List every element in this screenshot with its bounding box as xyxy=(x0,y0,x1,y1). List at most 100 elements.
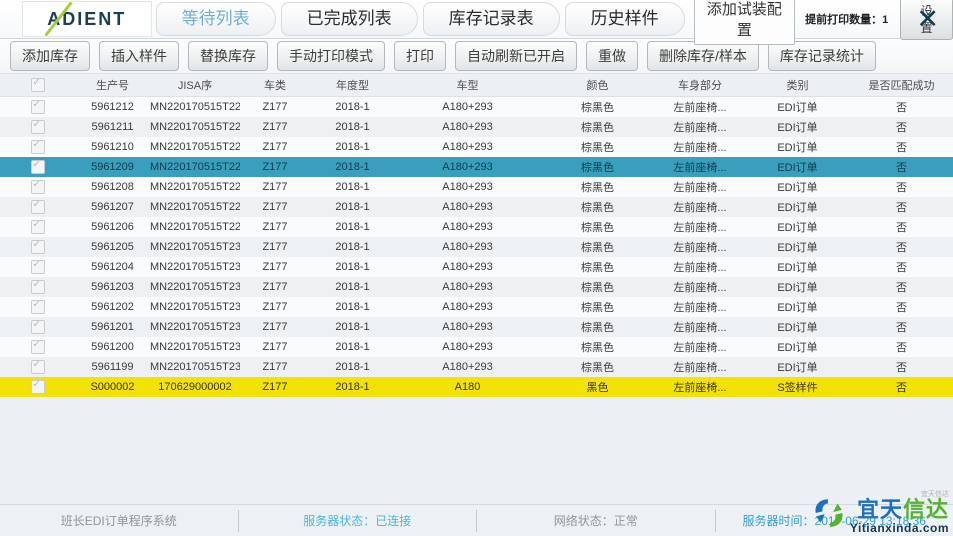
tab-completed-list[interactable]: 已完成列表 xyxy=(281,2,418,36)
cell-match-status: 否 xyxy=(850,99,953,115)
print-button[interactable]: 打印 xyxy=(394,41,446,71)
cell-body-part: 左前座椅... xyxy=(655,179,745,195)
table-row[interactable]: 5961212 MN220170515T223 Z177 2018-1 A180… xyxy=(0,97,953,117)
cell-jisa-no: MN220170515T234 xyxy=(150,321,240,333)
table-row[interactable]: S000002 170629000002 Z177 2018-1 A180 黑色… xyxy=(0,377,953,397)
table-row[interactable]: 5961203 MN220170515T232 Z177 2018-1 A180… xyxy=(0,277,953,297)
cell-jisa-no: MN220170515T236 xyxy=(150,361,240,373)
cell-model-year: 2018-1 xyxy=(310,241,395,253)
cell-checkbox xyxy=(0,320,75,334)
add-trial-config-button[interactable]: 添加试装配置 xyxy=(694,0,796,45)
close-icon[interactable]: ✕ xyxy=(916,2,939,36)
cell-color: 棕黑色 xyxy=(540,219,655,235)
cell-category: EDI订单 xyxy=(745,99,850,115)
cell-color: 棕黑色 xyxy=(540,359,655,375)
cell-category: EDI订单 xyxy=(745,319,850,335)
cell-vehicle-class: Z177 xyxy=(240,361,310,373)
row-checkbox[interactable] xyxy=(31,280,45,294)
cell-color: 棕黑色 xyxy=(540,159,655,175)
row-checkbox[interactable] xyxy=(31,120,45,134)
tab-waiting-list[interactable]: 等待列表 xyxy=(156,2,276,36)
cell-checkbox xyxy=(0,180,75,194)
row-checkbox[interactable] xyxy=(31,220,45,234)
cell-category: EDI订单 xyxy=(745,119,850,135)
row-checkbox[interactable] xyxy=(31,200,45,214)
row-checkbox[interactable] xyxy=(31,180,45,194)
cell-checkbox xyxy=(0,100,75,114)
table-row[interactable]: 5961202 MN220170515T233 Z177 2018-1 A180… xyxy=(0,297,953,317)
manual-print-mode-button[interactable]: 手动打印模式 xyxy=(277,41,385,71)
inventory-record-stats-button[interactable]: 库存记录统计 xyxy=(768,41,876,71)
table-row[interactable]: 5961211 MN220170515T224 Z177 2018-1 A180… xyxy=(0,117,953,137)
cell-vehicle-model: A180+293 xyxy=(395,281,540,293)
cell-jisa-no: MN220170515T227 xyxy=(150,181,240,193)
toolbar: 添加库存 插入样件 替换库存 手动打印模式 打印 自动刷新已开启 重做 删除库存… xyxy=(0,39,953,74)
col-model-year: 年度型 xyxy=(310,77,395,93)
table-row[interactable]: 5961205 MN220170515T230 Z177 2018-1 A180… xyxy=(0,237,953,257)
select-all-checkbox[interactable] xyxy=(31,78,45,92)
yitianxinda-logo-icon xyxy=(811,496,847,530)
row-checkbox[interactable] xyxy=(31,360,45,374)
cell-body-part: 左前座椅... xyxy=(655,119,745,135)
cell-color: 棕黑色 xyxy=(540,139,655,155)
tab-inventory-record[interactable]: 库存记录表 xyxy=(423,2,560,36)
cell-checkbox xyxy=(0,260,75,274)
cell-jisa-no: MN220170515T229 xyxy=(150,221,240,233)
auto-refresh-toggle-button[interactable]: 自动刷新已开启 xyxy=(455,41,577,71)
row-checkbox[interactable] xyxy=(31,340,45,354)
col-category: 类别 xyxy=(745,77,850,93)
tab-history-samples[interactable]: 历史样件 xyxy=(565,2,685,36)
cell-jisa-no: MN220170515T223 xyxy=(150,101,240,113)
cell-match-status: 否 xyxy=(850,319,953,335)
cell-match-status: 否 xyxy=(850,159,953,175)
cell-body-part: 左前座椅... xyxy=(655,339,745,355)
replace-inventory-button[interactable]: 替换库存 xyxy=(188,41,268,71)
cell-body-part: 左前座椅... xyxy=(655,359,745,375)
cell-color: 棕黑色 xyxy=(540,99,655,115)
table-row[interactable]: 5961210 MN220170515T225 Z177 2018-1 A180… xyxy=(0,137,953,157)
cell-model-year: 2018-1 xyxy=(310,301,395,313)
cell-body-part: 左前座椅... xyxy=(655,199,745,215)
row-checkbox[interactable] xyxy=(31,300,45,314)
cell-production-no: 5961209 xyxy=(75,161,150,173)
table-row[interactable]: 5961204 MN220170515T231 Z177 2018-1 A180… xyxy=(0,257,953,277)
cell-vehicle-class: Z177 xyxy=(240,261,310,273)
col-color: 颜色 xyxy=(540,77,655,93)
insert-sample-button[interactable]: 插入样件 xyxy=(99,41,179,71)
table-row[interactable]: 5961199 MN220170515T236 Z177 2018-1 A180… xyxy=(0,357,953,377)
cell-vehicle-class: Z177 xyxy=(240,301,310,313)
cell-body-part: 左前座椅... xyxy=(655,159,745,175)
delete-inventory-sample-button[interactable]: 删除库存/样本 xyxy=(647,41,759,71)
add-inventory-button[interactable]: 添加库存 xyxy=(10,41,90,71)
cell-vehicle-model: A180+293 xyxy=(395,101,540,113)
cell-checkbox xyxy=(0,360,75,374)
redo-button[interactable]: 重做 xyxy=(586,41,638,71)
row-checkbox[interactable] xyxy=(31,140,45,154)
cell-jisa-no: MN220170515T226 xyxy=(150,161,240,173)
cell-color: 棕黑色 xyxy=(540,199,655,215)
col-production-no: 生产号 xyxy=(75,77,150,93)
cell-vehicle-model: A180+293 xyxy=(395,221,540,233)
table-row[interactable]: 5961201 MN220170515T234 Z177 2018-1 A180… xyxy=(0,317,953,337)
cell-jisa-no: MN220170515T233 xyxy=(150,301,240,313)
row-checkbox[interactable] xyxy=(31,240,45,254)
cell-category: EDI订单 xyxy=(745,339,850,355)
row-checkbox[interactable] xyxy=(31,380,45,394)
table-row[interactable]: 5961208 MN220170515T227 Z177 2018-1 A180… xyxy=(0,177,953,197)
row-checkbox[interactable] xyxy=(31,160,45,174)
row-checkbox[interactable] xyxy=(31,100,45,114)
table-row[interactable]: 5961207 MN220170515T228 Z177 2018-1 A180… xyxy=(0,197,953,217)
cell-checkbox xyxy=(0,160,75,174)
cell-category: EDI订单 xyxy=(745,259,850,275)
cell-checkbox xyxy=(0,200,75,214)
cell-model-year: 2018-1 xyxy=(310,381,395,393)
cell-production-no: 5961203 xyxy=(75,281,150,293)
cell-checkbox xyxy=(0,240,75,254)
row-checkbox[interactable] xyxy=(31,320,45,334)
cell-model-year: 2018-1 xyxy=(310,221,395,233)
table-row[interactable]: 5961209 MN220170515T226 Z177 2018-1 A180… xyxy=(0,157,953,177)
table-row[interactable]: 5961200 MN220170515T235 Z177 2018-1 A180… xyxy=(0,337,953,357)
cell-vehicle-class: Z177 xyxy=(240,281,310,293)
table-row[interactable]: 5961206 MN220170515T229 Z177 2018-1 A180… xyxy=(0,217,953,237)
row-checkbox[interactable] xyxy=(31,260,45,274)
